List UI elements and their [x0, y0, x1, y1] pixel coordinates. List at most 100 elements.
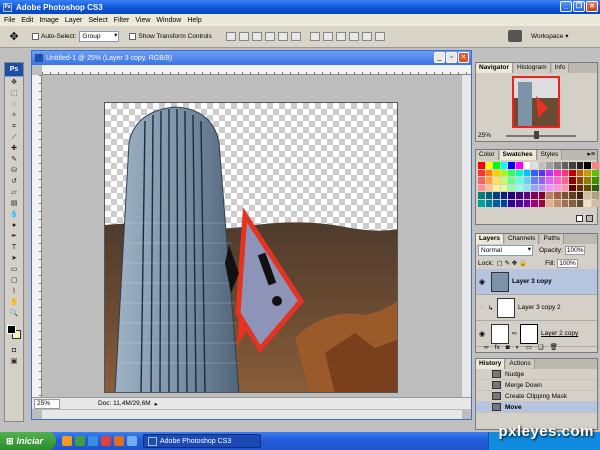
swatch[interactable] — [485, 169, 493, 177]
clone-stamp-icon[interactable]: ⛁ — [5, 165, 23, 176]
history-item[interactable]: Create Clipping Mask — [476, 391, 597, 402]
screen-mode-icon[interactable]: ▣ — [5, 356, 23, 367]
marquee-icon[interactable]: ⬚ — [5, 88, 23, 99]
move-icon[interactable]: ✥ — [5, 77, 23, 88]
layer-row[interactable]: ○ ↳ Layer 3 copy 2 — [476, 295, 597, 321]
dodge-icon[interactable]: ● — [5, 220, 23, 231]
swatch[interactable] — [584, 192, 591, 199]
swatch[interactable] — [523, 177, 531, 184]
swatch[interactable] — [538, 169, 546, 177]
link-layers-icon[interactable]: ∞ — [484, 344, 489, 351]
swatch[interactable] — [531, 169, 538, 177]
start-button[interactable]: ⊞ Iniciar — [0, 432, 56, 450]
swatch[interactable] — [576, 184, 584, 192]
desktop-icon[interactable] — [127, 436, 137, 446]
align-bottom-icon[interactable] — [251, 32, 262, 41]
swatch[interactable] — [576, 169, 584, 177]
zoom-field[interactable]: 25% — [34, 398, 60, 409]
media-player-icon[interactable] — [62, 436, 72, 446]
horizontal-scrollbar[interactable] — [42, 409, 462, 419]
swatch[interactable] — [591, 192, 599, 199]
menu-edit[interactable]: Edit — [21, 17, 33, 24]
history-brush-icon[interactable]: ↺ — [5, 176, 23, 187]
swatch[interactable] — [515, 199, 523, 207]
hand-icon[interactable]: ✋ — [5, 297, 23, 308]
magic-wand-icon[interactable]: ✧ — [5, 110, 23, 121]
distribute-top-icon[interactable] — [309, 32, 320, 41]
swatch[interactable] — [478, 177, 485, 184]
swatch[interactable] — [500, 199, 508, 207]
swatch[interactable] — [478, 184, 485, 192]
swatch[interactable] — [538, 177, 546, 184]
navigator-zoom[interactable]: 25% — [478, 132, 491, 139]
menu-select[interactable]: Select — [88, 17, 107, 24]
swatch[interactable] — [553, 184, 561, 192]
swatch[interactable] — [500, 192, 508, 199]
swatch[interactable] — [493, 192, 500, 199]
visibility-eye-icon[interactable]: ◉ — [476, 330, 488, 338]
swatch[interactable] — [493, 162, 500, 169]
auto-select-dropdown[interactable]: Group — [79, 31, 120, 42]
swatch[interactable] — [584, 199, 591, 207]
swatch[interactable] — [576, 177, 584, 184]
delete-layer-icon[interactable]: 🗑 — [550, 343, 558, 351]
swatch[interactable] — [478, 192, 485, 199]
swatch[interactable] — [584, 169, 591, 177]
swatch[interactable] — [591, 199, 599, 207]
mail-icon[interactable] — [101, 436, 111, 446]
history-item[interactable]: Nudge — [476, 369, 597, 380]
swatch[interactable] — [493, 177, 500, 184]
swatch[interactable] — [508, 177, 515, 184]
swatch[interactable] — [553, 169, 561, 177]
swatch[interactable] — [569, 169, 576, 177]
quick-mask-icon[interactable]: ◘ — [5, 345, 23, 356]
swatch[interactable] — [531, 199, 538, 207]
swatch[interactable] — [591, 177, 599, 184]
blur-icon[interactable]: 💧 — [5, 209, 23, 220]
tab-histogram[interactable]: Histogram — [513, 63, 551, 73]
swatch[interactable] — [523, 169, 531, 177]
swatch[interactable] — [553, 162, 561, 169]
workspace-menu[interactable]: Workspace ▾ — [531, 32, 568, 40]
tab-paths[interactable]: Paths — [540, 234, 565, 244]
minimize-button[interactable]: _ — [560, 1, 572, 12]
notes-icon[interactable]: ▢ — [5, 275, 23, 286]
swatch[interactable] — [500, 184, 508, 192]
restore-button[interactable]: ❐ — [573, 1, 585, 12]
move-tool-icon[interactable]: ✥ — [6, 30, 22, 44]
swatch[interactable] — [561, 184, 569, 192]
vertical-scrollbar[interactable] — [461, 75, 471, 397]
swatch[interactable] — [591, 184, 599, 192]
navigator-preview[interactable] — [512, 76, 560, 128]
swatch[interactable] — [584, 184, 591, 192]
crop-icon[interactable]: ⌗ — [5, 121, 23, 132]
swatch[interactable] — [500, 177, 508, 184]
align-vcenter-icon[interactable] — [238, 32, 249, 41]
messenger-icon[interactable] — [75, 436, 85, 446]
layer-name[interactable]: Layer 3 copy 2 — [518, 304, 561, 311]
swatch[interactable] — [561, 162, 569, 169]
swatch[interactable] — [508, 169, 515, 177]
swatch[interactable] — [576, 192, 584, 199]
swatch[interactable] — [485, 162, 493, 169]
shape-icon[interactable]: ▭ — [5, 264, 23, 275]
swatch[interactable] — [584, 162, 591, 169]
swatch[interactable] — [553, 177, 561, 184]
swatch[interactable] — [569, 177, 576, 184]
menu-file[interactable]: File — [4, 17, 15, 24]
swatch[interactable] — [546, 184, 553, 192]
swatch[interactable] — [493, 199, 500, 207]
swatch[interactable] — [591, 169, 599, 177]
tab-swatches[interactable]: Swatches — [499, 150, 537, 160]
swatch[interactable] — [546, 192, 553, 199]
distribute-right-icon[interactable] — [374, 32, 385, 41]
swatch[interactable] — [576, 199, 584, 207]
fill-field[interactable]: 100% — [557, 258, 578, 268]
swatch[interactable] — [485, 192, 493, 199]
lock-icons[interactable]: ▢ ✎ ✥ 🔒 — [497, 259, 528, 267]
tab-info[interactable]: Info — [551, 63, 570, 73]
swatch[interactable] — [546, 162, 553, 169]
distribute-vcenter-icon[interactable] — [322, 32, 333, 41]
eyedropper-icon[interactable]: ⌇ — [5, 286, 23, 297]
menu-filter[interactable]: Filter — [114, 17, 130, 24]
